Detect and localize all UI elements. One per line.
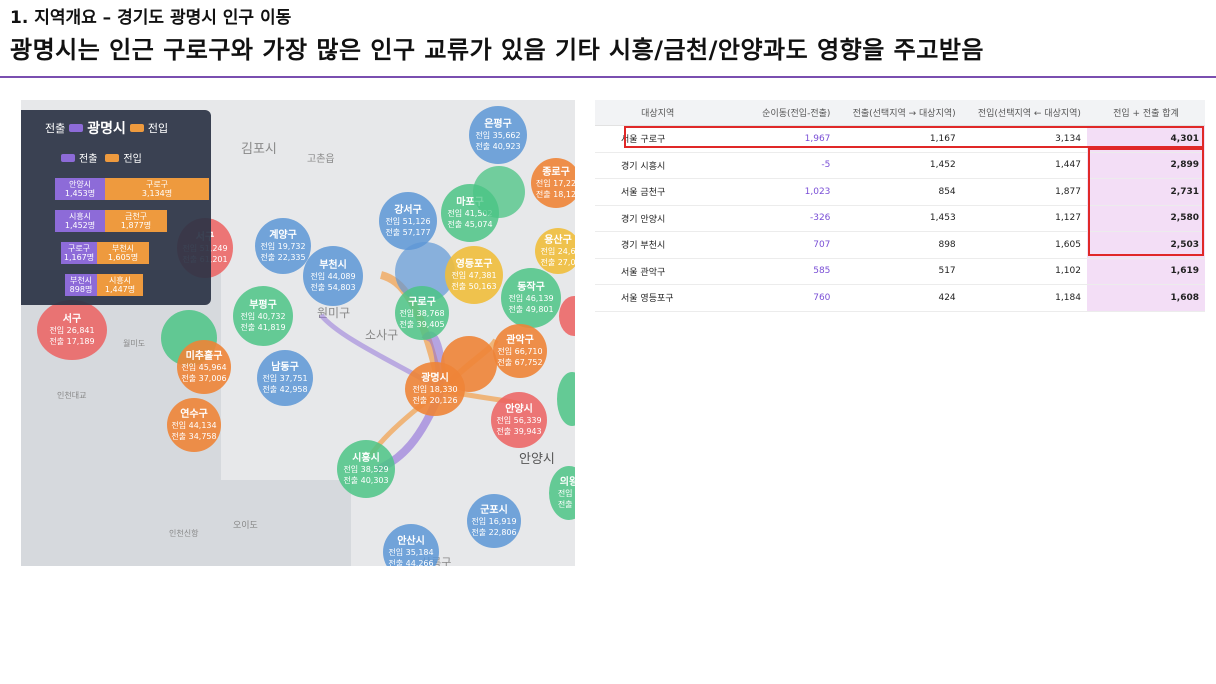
slide-title: 광명시는 인근 구로구와 가장 많은 인구 교류가 있음 기타 시흥/금천/안양… xyxy=(10,36,984,64)
table-header-row: 대상지역 순이동(전입-전출) 전출(선택지역 → 대상지역) 전입(선택지역 … xyxy=(595,100,1205,126)
legend-keys: 전출 전입 xyxy=(61,150,142,165)
region-bubble[interactable]: 남동구 전입 37,751 전출 42,958 xyxy=(257,350,313,406)
title-divider xyxy=(0,76,1216,78)
region-bubble[interactable]: 군포시 전입 16,919 전출 22,806 xyxy=(467,494,521,548)
region-bubble[interactable]: 은평구 전입 35,662 전출 40,923 xyxy=(469,106,527,164)
region-bubble[interactable]: 부평구 전입 40,732 전출 41,819 xyxy=(233,286,293,346)
region-bubble[interactable]: 서구 전입 26,841 전출 17,189 xyxy=(37,300,107,360)
inflow-swatch xyxy=(129,124,144,132)
region-bubble[interactable]: 부천시 전입 44,089 전출 54,803 xyxy=(303,246,363,306)
col-header-net: 순이동(전입-전출) xyxy=(720,100,837,126)
slide-header: 1. 지역개요 – 경기도 광명시 인구 이동 광명시는 인근 구로구와 가장 … xyxy=(10,6,1210,66)
map-legend-panel: 전출 광명시 전입 전출 전입 안양시 1,453명 구로구 3,134명 시흥시 1… xyxy=(21,110,211,305)
outflow-swatch xyxy=(69,124,84,132)
col-header-sum: 전입 + 전출 합계 xyxy=(1086,100,1205,126)
col-header-region: 대상지역 xyxy=(595,100,721,126)
col-header-in: 전입(선택지역 ← 대상지역) xyxy=(961,100,1087,126)
legend-city: 광명시 xyxy=(87,121,126,137)
highlight-top-row xyxy=(624,126,1204,148)
region-bubble[interactable]: 동작구 전입 46,139 전출 49,801 xyxy=(501,268,561,328)
region-bubble[interactable]: 연수구 전입 44,134 전출 34,758 xyxy=(167,398,221,452)
table-row: 서울 관악구 585 517 1,102 1,619 xyxy=(595,258,1205,285)
col-header-out: 전출(선택지역 → 대상지역) xyxy=(836,100,962,126)
region-bubble[interactable]: 용산구 전입 24,6 전출 27,0 xyxy=(535,228,575,274)
legend-row: 부천시 898명 시흥시 1,447명 xyxy=(65,274,143,296)
region-bubble[interactable]: 관악구 전입 66,710 전출 67,752 xyxy=(493,324,547,378)
region-bubble[interactable]: 영등포구 전입 47,381 전출 50,163 xyxy=(445,246,503,304)
region-bubble[interactable]: 미추홀구 전입 45,964 전출 37,006 xyxy=(177,340,231,394)
region-bubble[interactable]: 안양시 전입 56,339 전출 39,943 xyxy=(491,392,547,448)
legend-row: 시흥시 1,452명 금천구 1,877명 xyxy=(55,210,167,232)
region-bubble[interactable]: 구로구 전입 38,768 전출 39,405 xyxy=(395,286,449,340)
highlight-sum-range xyxy=(1088,148,1204,256)
table-row: 서울 영등포구 760 424 1,184 1,608 xyxy=(595,284,1205,312)
region-bubble[interactable] xyxy=(473,166,525,218)
region-bubble-gwangmyeong[interactable]: 광명시 전입 18,330 전출 20,126 xyxy=(405,362,465,416)
migration-map[interactable]: 김포시 고촌읍 소사구 원미구 안양시 인천대교 오이도 인천신항 상록구 월미… xyxy=(21,100,575,566)
section-subtitle: 1. 지역개요 – 경기도 광명시 인구 이동 xyxy=(10,8,292,28)
region-bubble[interactable]: 종로구 전입 17,22 전출 18,12 xyxy=(531,158,575,208)
region-bubble[interactable]: 계양구 전입 19,732 전출 22,335 xyxy=(255,218,311,274)
region-bubble[interactable]: 시흥시 전입 38,529 전출 40,303 xyxy=(337,440,395,498)
legend-row: 구로구 1,167명 부천시 1,605명 xyxy=(61,242,149,264)
legend-header: 전출 광명시 전입 xyxy=(45,118,168,138)
legend-row: 안양시 1,453명 구로구 3,134명 xyxy=(55,178,209,200)
